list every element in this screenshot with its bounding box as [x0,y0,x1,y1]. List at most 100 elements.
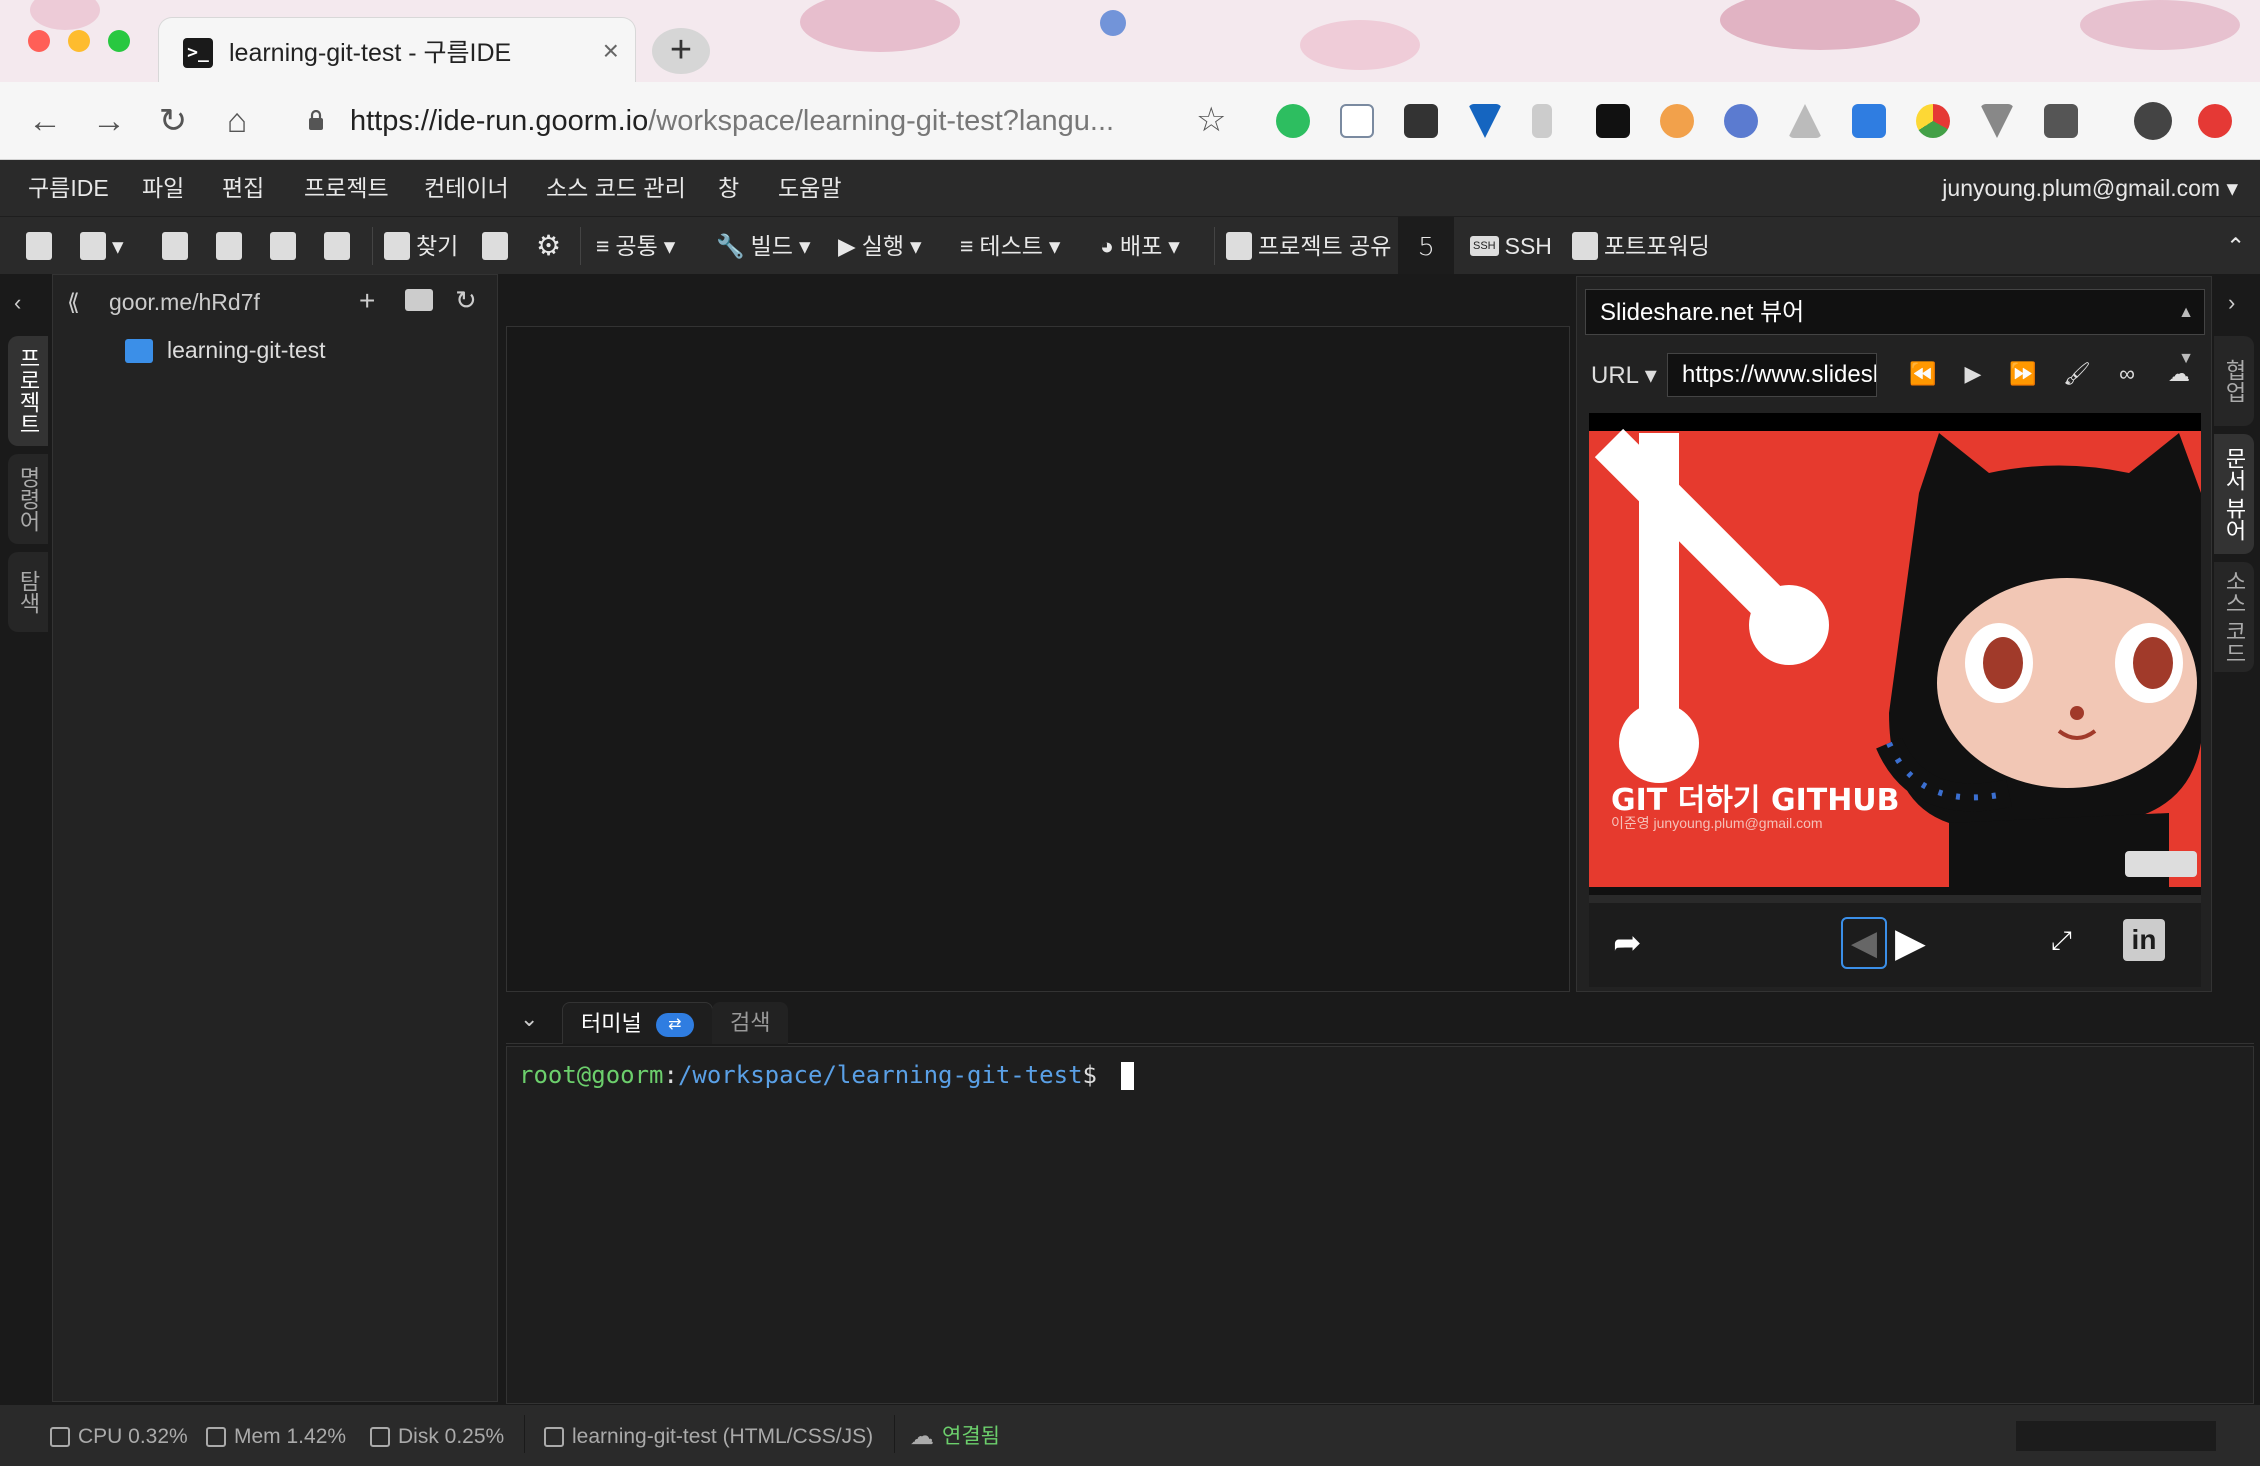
jetbrains-extension-icon[interactable] [1596,104,1630,138]
chrome-extension-icon[interactable] [1916,104,1950,138]
project-status[interactable]: learning-git-test (HTML/CSS/JS) [544,1423,873,1451]
evernote-extension-icon[interactable] [1276,104,1310,138]
viewer-url-input[interactable] [1667,353,1877,397]
preview-button[interactable] [482,229,508,263]
menu-source-control[interactable]: 소스 코드 관리 [546,174,686,202]
terminal-output[interactable]: root@goorm:/workspace/learning-git-test$ [506,1046,2254,1404]
tab-search[interactable]: 검색 [712,1002,789,1044]
settings-button[interactable]: ⚙ [536,229,561,263]
tab-document-viewer[interactable]: 문서 뷰어 [2214,434,2254,554]
typography-button[interactable]: 𝟻 [1398,217,1454,275]
menu-window[interactable]: 창 [718,174,739,202]
common-label: 공통 [615,233,658,259]
drive-extension-icon[interactable] [1788,104,1822,138]
forward-button[interactable]: → [88,100,130,142]
collapse-right-panel-icon[interactable]: › [2228,290,2235,316]
tab-commands[interactable]: 명령어 [8,454,48,544]
new-tab-button[interactable]: + [652,28,710,74]
url-dropdown[interactable]: URL ▾ [1591,361,1657,390]
reload-button[interactable]: ↻ [152,100,194,142]
folder-settings-icon[interactable] [405,289,433,311]
menu-project[interactable]: 프로젝트 [304,174,389,202]
file-menu-button[interactable]: ▾ [80,229,124,263]
status-divider [524,1415,525,1453]
bookmark-star-icon[interactable]: ☆ [1196,100,1226,140]
build-menu-button[interactable]: 🔧 빌드 ▾ [716,229,811,263]
info-extension-icon[interactable] [2044,104,2078,138]
tab-close-button[interactable]: × [603,36,619,66]
status-divider [894,1415,895,1453]
chevron-down-icon[interactable]: ⌄ [520,1006,538,1032]
menu-goormide[interactable]: 구름IDE [28,174,109,202]
check-extension-icon[interactable] [1852,104,1886,138]
project-share-button[interactable]: 프로젝트 공유 [1226,229,1391,263]
new-file-button[interactable] [26,229,52,263]
common-menu-button[interactable]: ≡ 공통 ▾ [596,229,675,263]
collapse-left-panel-icon[interactable]: ‹ [14,290,21,316]
save-button[interactable] [162,229,188,263]
circle-extension-icon[interactable] [1724,104,1758,138]
port-forwarding-button[interactable]: 포트포워딩 [1572,229,1710,263]
tab-explore[interactable]: 탐색 [8,552,48,632]
deploy-menu-button[interactable]: ◕ 배포 ▾ [1100,229,1180,263]
refresh-icon[interactable]: ↻ [455,285,477,316]
menu-edit[interactable]: 편집 [222,174,264,202]
font-extension-icon[interactable] [1404,104,1438,138]
theme-decoration [30,0,100,30]
unlink-icon[interactable]: ∞ [2111,361,2143,387]
previous-slide-button[interactable]: ◀ [1841,917,1887,969]
profile-avatar[interactable] [2134,102,2172,140]
butterfly-decoration [1100,10,1126,36]
save-all-button[interactable] [216,229,242,263]
cloud-off-icon[interactable]: ☁ [2163,361,2195,387]
project-root-item[interactable]: learning-git-test [125,337,326,364]
upload-button[interactable] [270,229,296,263]
cloud-icon: ☁ [910,1423,934,1450]
fullscreen-icon[interactable]: ⤢ [2051,925,2072,957]
cpu-usage: CPU 0.32% [50,1423,188,1451]
tab-source-code[interactable]: 소스 코드 [2214,562,2254,672]
update-extension-icon[interactable] [2198,104,2232,138]
collapse-toolbar-button[interactable]: ⌃ [2226,229,2245,263]
share-icon[interactable]: ⟪ [67,289,80,316]
project-share-url[interactable]: goor.me/hRd7f [109,289,260,316]
minimize-window-button[interactable] [68,30,90,52]
share-extension-icon[interactable] [1532,104,1552,138]
zoom-window-button[interactable] [108,30,130,52]
server-icon [544,1427,564,1447]
find-button[interactable]: 찾기 [384,229,458,263]
account-menu[interactable]: junyoung.plum@gmail.com ▾ [1942,174,2238,202]
home-button[interactable]: ⌂ [216,100,258,142]
linkedin-icon[interactable]: in [2123,919,2165,961]
editor-area[interactable] [506,326,1570,992]
menu-container[interactable]: 컨테이너 [424,174,509,202]
menu-file[interactable]: 파일 [142,174,184,202]
vimium-extension-icon[interactable] [1980,104,2014,138]
dictionary-extension-icon[interactable] [1340,104,1374,138]
brush-icon[interactable]: 🖌 [2061,361,2093,387]
close-window-button[interactable] [28,30,50,52]
viewer-select[interactable]: Slideshare.net 뷰어 ▲ ▼ [1585,289,2205,367]
rewind-icon[interactable]: ⏪ [1907,361,1939,387]
next-slide-button[interactable]: ▶ [1895,917,1926,969]
test-menu-button[interactable]: ≡ 테스트 ▾ [960,229,1060,263]
menu-help[interactable]: 도움말 [778,174,841,202]
play-icon[interactable]: ▶ [1957,361,1989,387]
browser-tab-active[interactable]: >_ learning-git-test - 구름IDE × [158,17,636,82]
memory-icon [206,1427,226,1447]
ide-workspace: ‹ 프로젝트 명령어 탐색 ⟪ goor.me/hRd7f + ↻ learni… [0,274,2260,1404]
back-button[interactable]: ← [24,100,66,142]
slide-frame[interactable]: GIT 더하기 GITHUB 이준영 junyoung.plum@gmail.c… [1589,413,2201,903]
add-icon[interactable]: + [359,285,375,317]
ssh-button[interactable]: SSH SSH [1470,229,1552,263]
tab-collaboration[interactable]: 협업 [2214,336,2254,426]
download-button[interactable] [324,229,350,263]
ssh-label: SSH [1504,233,1552,259]
run-menu-button[interactable]: ▶ 실행 ▾ [838,229,922,263]
tab-terminal[interactable]: 터미널 ⇄ [562,1002,713,1044]
fast-forward-icon[interactable]: ⏩ [2007,361,2039,387]
tab-project[interactable]: 프로젝트 [8,336,48,446]
share-arrow-icon[interactable]: ➦ [1613,923,1642,963]
chevron-down-icon: ▾ [1168,233,1180,259]
octopus-extension-icon[interactable] [1660,104,1694,138]
